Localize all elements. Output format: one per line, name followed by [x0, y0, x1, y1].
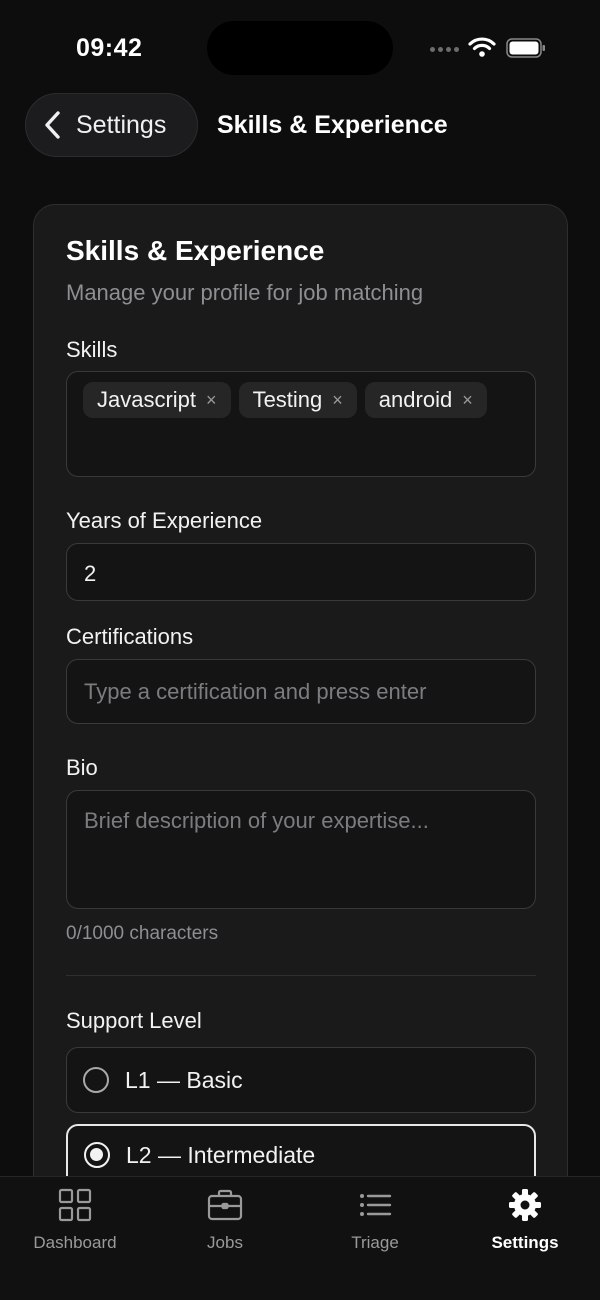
tab-label: Settings — [491, 1233, 559, 1252]
back-button[interactable]: Settings — [25, 93, 198, 157]
grid-icon — [58, 1188, 92, 1222]
tab-triage[interactable]: Triage — [300, 1187, 450, 1257]
skills-input[interactable]: Javascript × Testing × android × — [66, 371, 536, 477]
bio-textarea[interactable]: Brief description of your expertise... — [66, 790, 536, 909]
briefcase-icon — [207, 1189, 243, 1221]
bio-placeholder: Brief description of your expertise... — [84, 808, 429, 833]
tab-bar: Dashboard Jobs Triage Settings — [0, 1176, 600, 1300]
radio-unchecked-icon[interactable] — [83, 1067, 109, 1093]
radio-checked-icon[interactable] — [84, 1142, 110, 1168]
tab-settings[interactable]: Settings — [450, 1187, 600, 1257]
cellular-signal-icon — [430, 47, 459, 52]
wifi-icon — [468, 37, 496, 57]
bio-label: Bio — [66, 755, 98, 780]
card-subtitle: Manage your profile for job matching — [66, 280, 424, 305]
back-button-label: Settings — [76, 110, 167, 139]
page-title: Skills & Experience — [217, 111, 448, 139]
remove-chip-icon[interactable]: × — [462, 391, 473, 409]
tab-label: Dashboard — [33, 1233, 117, 1252]
screen: 09:42 Settings Skills & Experience Skill… — [0, 0, 600, 1300]
status-time: 09:42 — [76, 34, 143, 62]
skill-chip-label: android — [378, 387, 453, 412]
radio-label: L2 — Intermediate — [126, 1142, 316, 1168]
certifications-label: Certifications — [66, 624, 194, 649]
certifications-input[interactable]: Type a certification and press enter — [66, 659, 536, 724]
list-icon — [360, 1194, 392, 1216]
skill-chip-label: Testing — [252, 387, 323, 412]
remove-chip-icon[interactable]: × — [332, 391, 343, 409]
skill-chip[interactable]: Javascript × — [83, 382, 231, 418]
tab-dashboard[interactable]: Dashboard — [0, 1187, 150, 1257]
support-level-option-l1[interactable]: L1 — Basic — [66, 1047, 536, 1113]
skill-chip-label: Javascript — [97, 387, 197, 412]
skills-card: Skills & Experience Manage your profile … — [33, 204, 568, 1254]
years-value: 2 — [84, 561, 97, 586]
tab-jobs[interactable]: Jobs — [150, 1187, 300, 1257]
status-bar: 09:42 — [0, 0, 600, 92]
dynamic-island — [207, 21, 393, 75]
radio-label: L1 — Basic — [125, 1066, 243, 1093]
card-title: Skills & Experience — [66, 235, 325, 266]
skill-chip[interactable]: android × — [364, 382, 487, 418]
remove-chip-icon[interactable]: × — [206, 391, 217, 409]
divider — [66, 975, 536, 976]
skill-chip[interactable]: Testing × — [238, 382, 357, 418]
years-label: Years of Experience — [66, 508, 263, 533]
battery-icon — [506, 38, 545, 58]
tab-label: Jobs — [207, 1233, 243, 1252]
years-of-experience-input[interactable]: 2 — [66, 543, 536, 601]
bio-char-count: 0/1000 characters — [66, 923, 219, 944]
support-level-label: Support Level — [66, 1008, 202, 1033]
gear-icon — [509, 1189, 541, 1221]
skills-label: Skills — [66, 337, 118, 362]
tab-label: Triage — [351, 1233, 399, 1252]
chevron-left-icon — [45, 111, 60, 139]
certifications-placeholder: Type a certification and press enter — [84, 679, 427, 704]
